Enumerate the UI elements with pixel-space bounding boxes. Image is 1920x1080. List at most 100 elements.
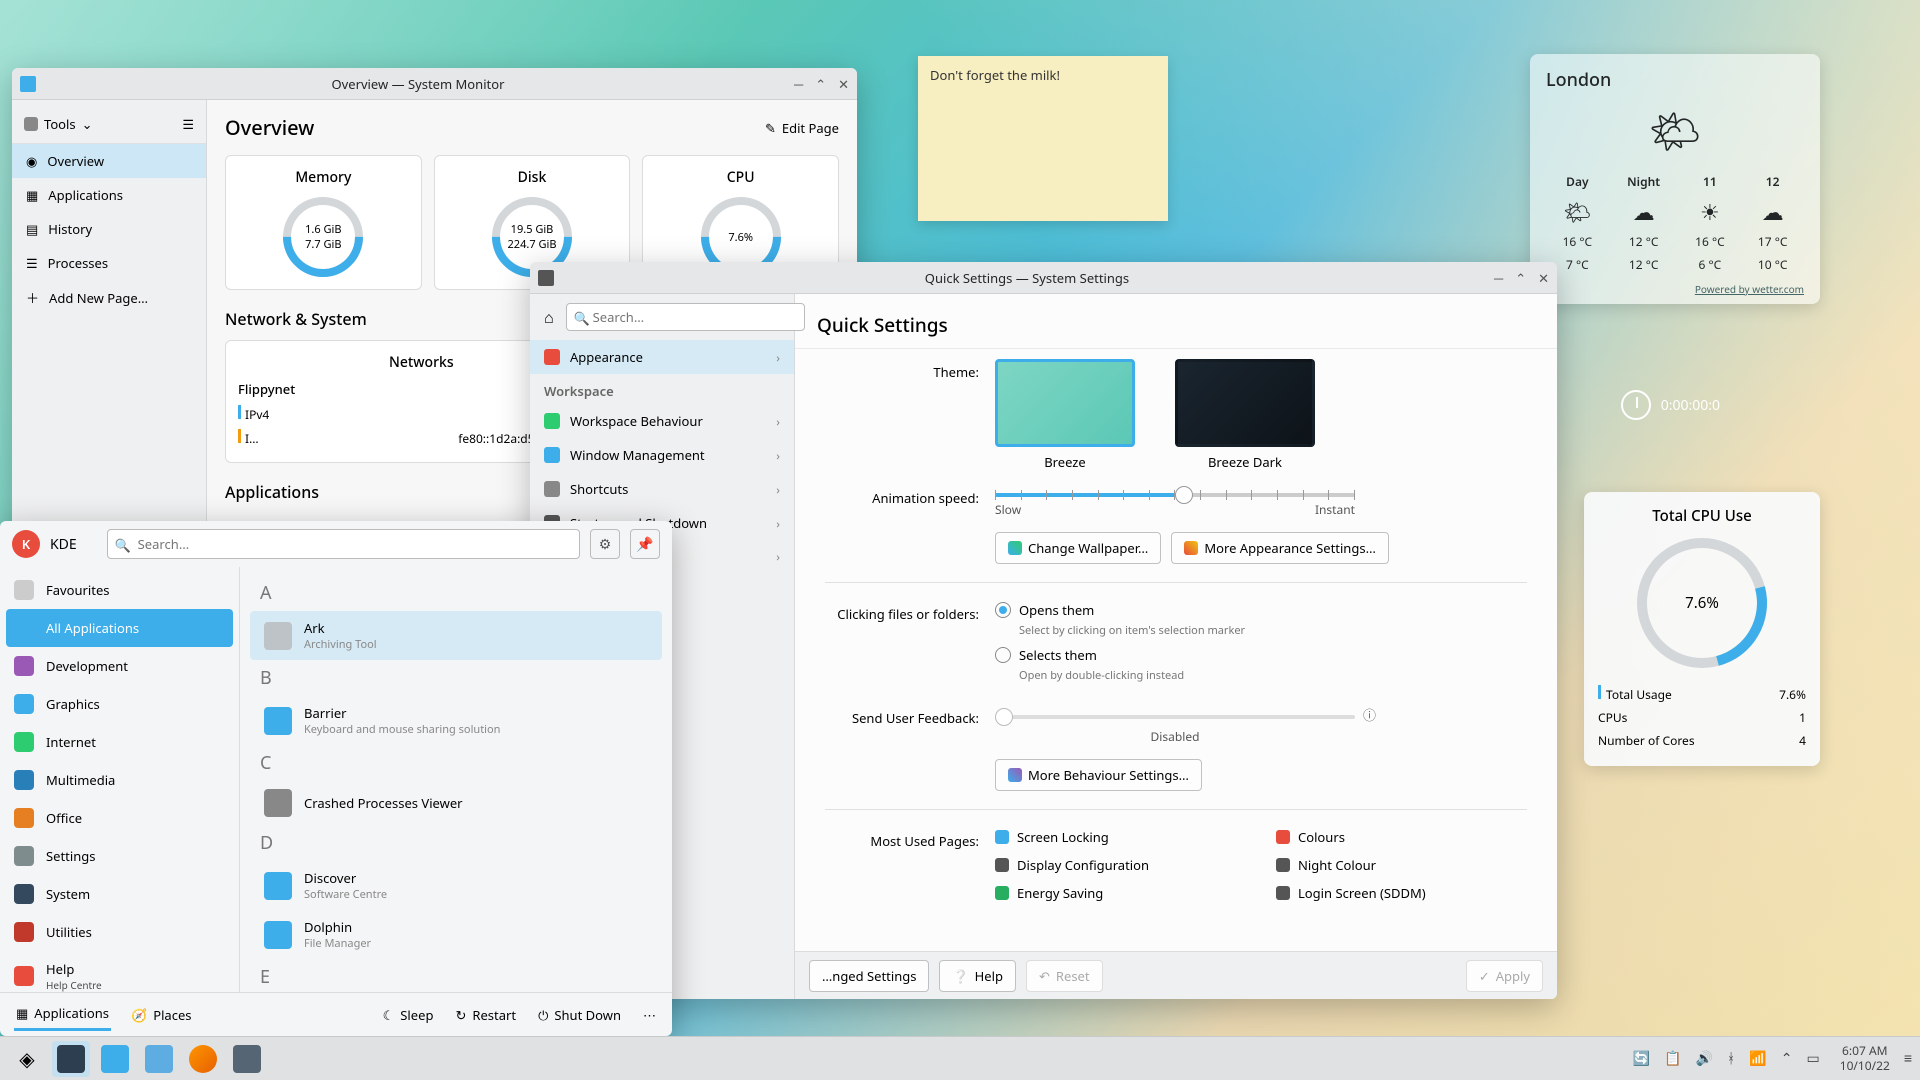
app-crashed-processes-viewer[interactable]: Crashed Processes Viewer <box>250 781 662 825</box>
cpu-stat-row: Total Usage7.6% <box>1598 682 1806 706</box>
category-settings[interactable]: Settings <box>0 837 239 875</box>
sysmon-sidebar-processes[interactable]: ☰Processes <box>12 246 206 280</box>
sysmon-titlebar[interactable]: Overview — System Monitor ─ ⌃ ✕ <box>12 68 857 100</box>
radio-icon <box>995 602 1011 618</box>
sleep-button[interactable]: ☾Sleep <box>381 1000 436 1030</box>
page-link-screen-locking[interactable]: Screen Locking <box>995 828 1246 846</box>
radio-selects-them[interactable]: Selects them <box>995 646 1527 664</box>
highlight-changed-button[interactable]: …nged Settings <box>809 960 929 992</box>
cpu-widget: Total CPU Use 7.6% Total Usage7.6%CPUs1N… <box>1584 492 1820 766</box>
taskbar-app-discover[interactable] <box>96 1041 134 1077</box>
tab-places[interactable]: 🧭Places <box>129 1000 194 1030</box>
settings-nav-shortcuts[interactable]: Shortcuts› <box>530 472 794 506</box>
taskbar-app-sysmon[interactable] <box>52 1041 90 1077</box>
sticky-note[interactable]: Don't forget the milk! <box>918 56 1168 221</box>
category-icon <box>14 770 34 790</box>
timer-widget[interactable]: 0:00:00:0 <box>1621 390 1720 420</box>
sysmon-sidebar-add-new-page-[interactable]: ＋Add New Page… <box>12 280 206 315</box>
close-button[interactable]: ✕ <box>838 75 849 93</box>
apply-button: ✓ Apply <box>1466 960 1543 992</box>
pencil-icon <box>765 119 776 137</box>
page-link-icon <box>995 886 1009 900</box>
category-office[interactable]: Office <box>0 799 239 837</box>
more-button[interactable]: ⋯ <box>641 1000 658 1030</box>
minimize-button[interactable]: ─ <box>1494 269 1503 287</box>
theme-breeze-dark[interactable]: Breeze Dark <box>1175 359 1315 471</box>
category-favourites[interactable]: Favourites <box>0 571 239 609</box>
tray-bluetooth-icon[interactable]: ᚼ <box>1727 1049 1735 1068</box>
user-avatar[interactable]: K <box>12 530 40 558</box>
category-multimedia[interactable]: Multimedia <box>0 761 239 799</box>
close-button[interactable]: ✕ <box>1538 269 1549 287</box>
settings-nav-workspace-behaviour[interactable]: Workspace Behaviour› <box>530 404 794 438</box>
page-link-colours[interactable]: Colours <box>1276 828 1527 846</box>
app-dolphin[interactable]: DolphinFile Manager <box>250 910 662 959</box>
sysmon-sidebar-applications[interactable]: ▦Applications <box>12 178 206 212</box>
app-discover[interactable]: DiscoverSoftware Centre <box>250 861 662 910</box>
taskbar-app-gwenview[interactable] <box>228 1041 266 1077</box>
weather-credit[interactable]: Powered by wetter.com <box>1546 282 1804 296</box>
settings-titlebar[interactable]: Quick Settings — System Settings ─ ⌃ ✕ <box>530 262 1557 294</box>
theme-breeze[interactable]: Breeze <box>995 359 1135 471</box>
letter-heading: A <box>244 575 668 611</box>
tray-volume-icon[interactable]: 🔊 <box>1695 1049 1712 1068</box>
tray-battery-icon[interactable]: ▭ <box>1806 1049 1819 1068</box>
maximize-button[interactable]: ⌃ <box>1515 269 1526 287</box>
change-wallpaper-button[interactable]: Change Wallpaper… <box>995 532 1161 564</box>
page-link-display-configuration[interactable]: Display Configuration <box>995 856 1246 874</box>
tools-dropdown[interactable]: Tools ⌄ <box>24 115 93 133</box>
settings-nav-appearance[interactable]: Appearance› <box>530 340 794 374</box>
page-link-night-colour[interactable]: Night Colour <box>1276 856 1527 874</box>
category-help[interactable]: HelpHelp Centre <box>0 951 239 992</box>
taskbar-app-dolphin[interactable] <box>140 1041 178 1077</box>
user-name: KDE <box>50 535 77 554</box>
window-title: Overview — System Monitor <box>42 75 794 93</box>
shutdown-button[interactable]: ⏻Shut Down <box>536 1000 623 1030</box>
radio-opens-them[interactable]: Opens them <box>995 601 1527 619</box>
app-ark[interactable]: ArkArchiving Tool <box>250 611 662 660</box>
hamburger-icon[interactable] <box>182 115 194 133</box>
edit-page-button[interactable]: Edit Page <box>765 119 839 137</box>
category-icon <box>14 580 34 600</box>
compass-icon: 🧭 <box>131 1006 147 1024</box>
taskbar-clock[interactable]: 6:07 AM 10/10/22 <box>1840 1044 1890 1073</box>
help-button[interactable]: ❔ Help <box>939 960 1016 992</box>
category-development[interactable]: Development <box>0 647 239 685</box>
home-button[interactable] <box>538 302 560 332</box>
minimize-button[interactable]: ─ <box>794 75 803 93</box>
configure-button[interactable]: ⚙ <box>590 529 620 559</box>
pin-button[interactable]: 📌 <box>630 529 660 559</box>
restart-button[interactable]: ↻Restart <box>453 1000 518 1030</box>
category-utilities[interactable]: Utilities <box>0 913 239 951</box>
more-behaviour-button[interactable]: More Behaviour Settings… <box>995 759 1202 791</box>
letter-heading: E <box>244 959 668 992</box>
tab-applications[interactable]: Applications <box>14 998 111 1031</box>
show-desktop-button[interactable]: ≡ <box>1904 1049 1912 1068</box>
maximize-button[interactable]: ⌃ <box>815 75 826 93</box>
launcher-search-input[interactable] <box>107 529 580 559</box>
more-appearance-button[interactable]: More Appearance Settings… <box>1171 532 1389 564</box>
app-icon <box>264 921 292 949</box>
animation-speed-slider[interactable] <box>995 493 1355 497</box>
category-icon <box>14 922 34 942</box>
settings-search-input[interactable] <box>566 303 805 331</box>
tray-clipboard-icon[interactable]: 📋 <box>1664 1049 1681 1068</box>
start-button[interactable]: ◈ <box>8 1041 46 1077</box>
taskbar-app-firefox[interactable] <box>184 1041 222 1077</box>
category-system[interactable]: System <box>0 875 239 913</box>
settings-nav-window-management[interactable]: Window Management› <box>530 438 794 472</box>
tray-expand-icon[interactable]: ⌃ <box>1781 1049 1793 1068</box>
category-internet[interactable]: Internet <box>0 723 239 761</box>
category-icon <box>14 884 34 904</box>
info-icon[interactable]: ⓘ <box>1363 705 1376 724</box>
page-link-login-screen-sddm-[interactable]: Login Screen (SDDM) <box>1276 884 1527 902</box>
sysmon-sidebar-overview[interactable]: ◉Overview <box>12 144 206 178</box>
category-all-applications[interactable]: All Applications <box>6 609 233 647</box>
feedback-slider[interactable] <box>995 715 1355 719</box>
tray-network-icon[interactable]: 📶 <box>1749 1049 1766 1068</box>
tray-updates-icon[interactable]: 🔄 <box>1633 1049 1650 1068</box>
app-barrier[interactable]: BarrierKeyboard and mouse sharing soluti… <box>250 696 662 745</box>
sysmon-sidebar-history[interactable]: ▤History <box>12 212 206 246</box>
page-link-energy-saving[interactable]: Energy Saving <box>995 884 1246 902</box>
category-graphics[interactable]: Graphics <box>0 685 239 723</box>
